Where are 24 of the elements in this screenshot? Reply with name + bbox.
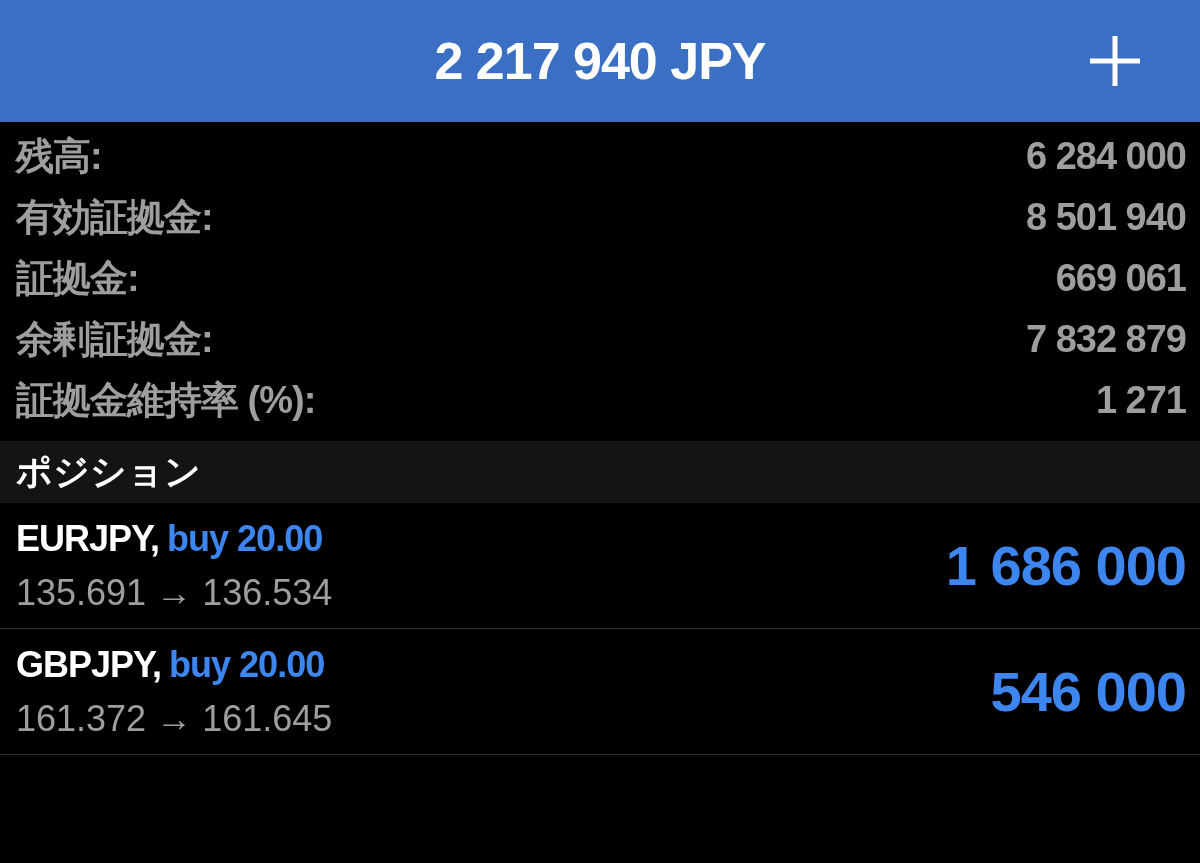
summary-value: 669 061: [1055, 256, 1186, 301]
position-profit: 546 000: [990, 658, 1186, 725]
position-row[interactable]: EURJPY, buy 20.00 135.691 → 136.534 1 686 000: [0, 503, 1200, 629]
section-title: ポジション: [16, 450, 201, 494]
summary-value: 1 271: [1095, 378, 1186, 423]
position-symbol: EURJPY,: [16, 517, 160, 559]
summary-label: 証拠金維持率 (%):: [16, 378, 316, 423]
summary-value: 6 284 000: [1025, 134, 1186, 179]
position-symbol: GBPJPY,: [16, 643, 162, 685]
position-profit: 1 686 000: [945, 532, 1186, 599]
position-prices: 135.691 → 136.534: [16, 570, 333, 615]
account-equity-title: 2 217 940 JPY: [434, 31, 766, 92]
summary-value: 7 832 879: [1025, 317, 1186, 362]
summary-label: 余剰証拠金:: [16, 317, 213, 362]
summary-value: 8 501 940: [1025, 195, 1186, 240]
position-row[interactable]: GBPJPY, buy 20.00 161.372 → 161.645 546 000: [0, 629, 1200, 755]
summary-label: 残高:: [16, 134, 102, 179]
summary-label: 証拠金:: [16, 256, 139, 301]
position-side: buy 20.00: [167, 517, 323, 559]
position-prices: 161.372 → 161.645: [16, 696, 333, 741]
add-button[interactable]: [1088, 34, 1142, 88]
summary-label: 有効証拠金:: [16, 195, 213, 240]
position-side: buy 20.00: [169, 643, 325, 685]
plus-icon: [1088, 34, 1142, 88]
